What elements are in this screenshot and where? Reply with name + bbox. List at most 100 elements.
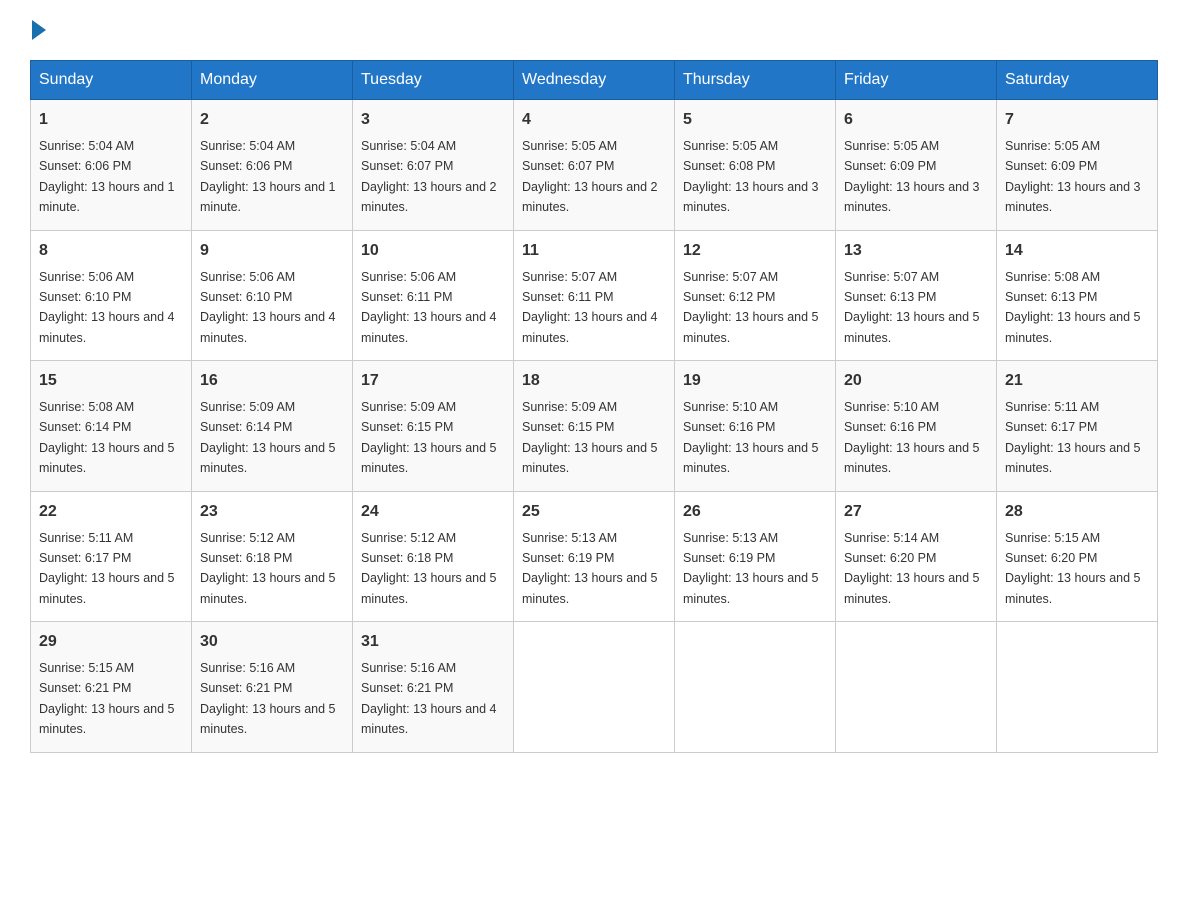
day-info: Sunrise: 5:04 AMSunset: 6:07 PMDaylight:… [361,139,497,214]
day-info: Sunrise: 5:13 AMSunset: 6:19 PMDaylight:… [522,531,658,606]
day-info: Sunrise: 5:09 AMSunset: 6:14 PMDaylight:… [200,400,336,475]
logo [30,20,46,40]
calendar-cell: 24 Sunrise: 5:12 AMSunset: 6:18 PMDaylig… [353,491,514,622]
day-info: Sunrise: 5:16 AMSunset: 6:21 PMDaylight:… [200,661,336,736]
header-monday: Monday [192,61,353,100]
day-info: Sunrise: 5:04 AMSunset: 6:06 PMDaylight:… [200,139,336,214]
calendar-cell: 16 Sunrise: 5:09 AMSunset: 6:14 PMDaylig… [192,361,353,492]
day-info: Sunrise: 5:10 AMSunset: 6:16 PMDaylight:… [844,400,980,475]
day-number: 10 [361,239,505,263]
day-number: 11 [522,239,666,263]
day-info: Sunrise: 5:07 AMSunset: 6:11 PMDaylight:… [522,270,658,345]
day-number: 27 [844,500,988,524]
day-number: 19 [683,369,827,393]
header-tuesday: Tuesday [353,61,514,100]
day-info: Sunrise: 5:05 AMSunset: 6:09 PMDaylight:… [1005,139,1141,214]
day-info: Sunrise: 5:04 AMSunset: 6:06 PMDaylight:… [39,139,175,214]
day-number: 9 [200,239,344,263]
header-wednesday: Wednesday [514,61,675,100]
day-number: 31 [361,630,505,654]
day-info: Sunrise: 5:10 AMSunset: 6:16 PMDaylight:… [683,400,819,475]
calendar-cell: 8 Sunrise: 5:06 AMSunset: 6:10 PMDayligh… [31,230,192,361]
calendar-cell: 17 Sunrise: 5:09 AMSunset: 6:15 PMDaylig… [353,361,514,492]
day-info: Sunrise: 5:14 AMSunset: 6:20 PMDaylight:… [844,531,980,606]
day-number: 2 [200,108,344,132]
calendar-cell: 2 Sunrise: 5:04 AMSunset: 6:06 PMDayligh… [192,100,353,231]
day-number: 15 [39,369,183,393]
day-number: 24 [361,500,505,524]
calendar-cell: 14 Sunrise: 5:08 AMSunset: 6:13 PMDaylig… [997,230,1158,361]
calendar-cell: 11 Sunrise: 5:07 AMSunset: 6:11 PMDaylig… [514,230,675,361]
day-info: Sunrise: 5:15 AMSunset: 6:20 PMDaylight:… [1005,531,1141,606]
calendar-cell: 30 Sunrise: 5:16 AMSunset: 6:21 PMDaylig… [192,622,353,753]
week-row-2: 8 Sunrise: 5:06 AMSunset: 6:10 PMDayligh… [31,230,1158,361]
day-info: Sunrise: 5:11 AMSunset: 6:17 PMDaylight:… [1005,400,1141,475]
day-info: Sunrise: 5:15 AMSunset: 6:21 PMDaylight:… [39,661,175,736]
calendar-cell: 7 Sunrise: 5:05 AMSunset: 6:09 PMDayligh… [997,100,1158,231]
calendar-cell [675,622,836,753]
calendar-cell: 22 Sunrise: 5:11 AMSunset: 6:17 PMDaylig… [31,491,192,622]
calendar-cell: 13 Sunrise: 5:07 AMSunset: 6:13 PMDaylig… [836,230,997,361]
week-row-1: 1 Sunrise: 5:04 AMSunset: 6:06 PMDayligh… [31,100,1158,231]
day-info: Sunrise: 5:06 AMSunset: 6:10 PMDaylight:… [39,270,175,345]
day-number: 29 [39,630,183,654]
day-info: Sunrise: 5:05 AMSunset: 6:09 PMDaylight:… [844,139,980,214]
calendar-cell: 10 Sunrise: 5:06 AMSunset: 6:11 PMDaylig… [353,230,514,361]
calendar-cell: 1 Sunrise: 5:04 AMSunset: 6:06 PMDayligh… [31,100,192,231]
calendar-cell: 4 Sunrise: 5:05 AMSunset: 6:07 PMDayligh… [514,100,675,231]
day-number: 12 [683,239,827,263]
day-number: 4 [522,108,666,132]
day-info: Sunrise: 5:13 AMSunset: 6:19 PMDaylight:… [683,531,819,606]
day-number: 6 [844,108,988,132]
week-row-5: 29 Sunrise: 5:15 AMSunset: 6:21 PMDaylig… [31,622,1158,753]
calendar-cell [514,622,675,753]
calendar-cell: 20 Sunrise: 5:10 AMSunset: 6:16 PMDaylig… [836,361,997,492]
day-number: 3 [361,108,505,132]
day-number: 23 [200,500,344,524]
header-sunday: Sunday [31,61,192,100]
day-number: 26 [683,500,827,524]
calendar-cell: 9 Sunrise: 5:06 AMSunset: 6:10 PMDayligh… [192,230,353,361]
calendar-cell: 31 Sunrise: 5:16 AMSunset: 6:21 PMDaylig… [353,622,514,753]
calendar-cell: 23 Sunrise: 5:12 AMSunset: 6:18 PMDaylig… [192,491,353,622]
day-number: 7 [1005,108,1149,132]
calendar-cell: 12 Sunrise: 5:07 AMSunset: 6:12 PMDaylig… [675,230,836,361]
day-info: Sunrise: 5:16 AMSunset: 6:21 PMDaylight:… [361,661,497,736]
day-info: Sunrise: 5:06 AMSunset: 6:10 PMDaylight:… [200,270,336,345]
day-number: 5 [683,108,827,132]
day-number: 21 [1005,369,1149,393]
day-number: 16 [200,369,344,393]
day-info: Sunrise: 5:12 AMSunset: 6:18 PMDaylight:… [361,531,497,606]
day-info: Sunrise: 5:07 AMSunset: 6:12 PMDaylight:… [683,270,819,345]
week-row-4: 22 Sunrise: 5:11 AMSunset: 6:17 PMDaylig… [31,491,1158,622]
day-number: 14 [1005,239,1149,263]
day-info: Sunrise: 5:06 AMSunset: 6:11 PMDaylight:… [361,270,497,345]
calendar-cell: 29 Sunrise: 5:15 AMSunset: 6:21 PMDaylig… [31,622,192,753]
calendar-cell: 19 Sunrise: 5:10 AMSunset: 6:16 PMDaylig… [675,361,836,492]
day-info: Sunrise: 5:12 AMSunset: 6:18 PMDaylight:… [200,531,336,606]
day-info: Sunrise: 5:05 AMSunset: 6:08 PMDaylight:… [683,139,819,214]
day-number: 30 [200,630,344,654]
header-thursday: Thursday [675,61,836,100]
calendar-cell: 15 Sunrise: 5:08 AMSunset: 6:14 PMDaylig… [31,361,192,492]
day-number: 25 [522,500,666,524]
calendar-cell: 3 Sunrise: 5:04 AMSunset: 6:07 PMDayligh… [353,100,514,231]
day-number: 18 [522,369,666,393]
day-info: Sunrise: 5:09 AMSunset: 6:15 PMDaylight:… [361,400,497,475]
calendar-table: SundayMondayTuesdayWednesdayThursdayFrid… [30,60,1158,753]
calendar-cell: 28 Sunrise: 5:15 AMSunset: 6:20 PMDaylig… [997,491,1158,622]
day-info: Sunrise: 5:09 AMSunset: 6:15 PMDaylight:… [522,400,658,475]
day-info: Sunrise: 5:07 AMSunset: 6:13 PMDaylight:… [844,270,980,345]
calendar-cell: 25 Sunrise: 5:13 AMSunset: 6:19 PMDaylig… [514,491,675,622]
day-info: Sunrise: 5:08 AMSunset: 6:13 PMDaylight:… [1005,270,1141,345]
day-number: 28 [1005,500,1149,524]
calendar-cell: 6 Sunrise: 5:05 AMSunset: 6:09 PMDayligh… [836,100,997,231]
day-info: Sunrise: 5:05 AMSunset: 6:07 PMDaylight:… [522,139,658,214]
calendar-cell: 18 Sunrise: 5:09 AMSunset: 6:15 PMDaylig… [514,361,675,492]
calendar-cell: 5 Sunrise: 5:05 AMSunset: 6:08 PMDayligh… [675,100,836,231]
day-info: Sunrise: 5:08 AMSunset: 6:14 PMDaylight:… [39,400,175,475]
header [30,20,1158,40]
header-saturday: Saturday [997,61,1158,100]
day-number: 17 [361,369,505,393]
header-friday: Friday [836,61,997,100]
